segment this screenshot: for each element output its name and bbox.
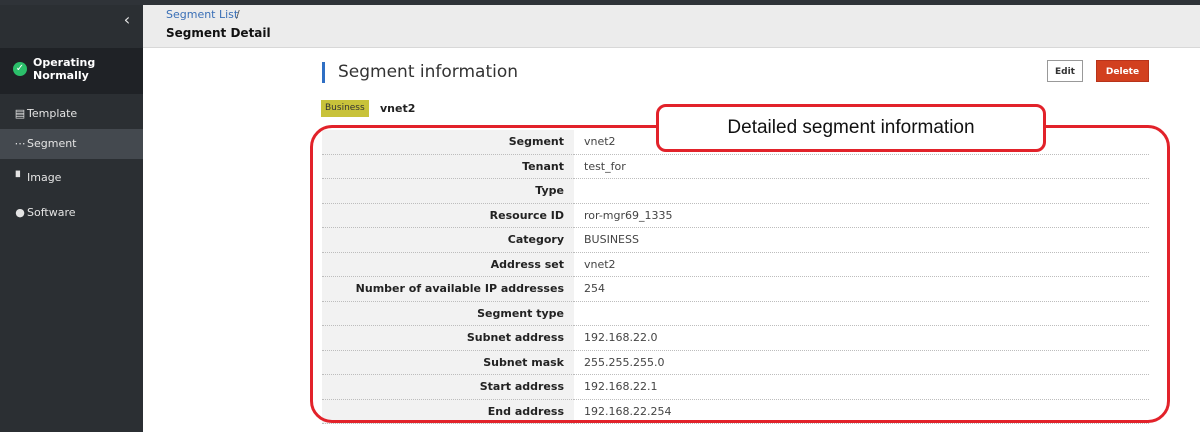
table-row: Type xyxy=(322,178,1149,204)
table-row: Start address 192.168.22.1 xyxy=(322,374,1149,400)
row-value: BUSINESS xyxy=(574,227,1149,253)
table-row: End address 192.168.22.254 xyxy=(322,399,1149,424)
sidebar-item-segment[interactable]: ⋯ Segment xyxy=(0,129,143,159)
operating-status-label: Operating Normally xyxy=(33,56,96,82)
row-value: 192.168.22.1 xyxy=(574,374,1149,400)
row-key: Start address xyxy=(322,374,574,400)
row-key: Address set xyxy=(322,252,574,277)
edit-button[interactable]: Edit xyxy=(1047,60,1083,82)
section-title: Segment information xyxy=(338,62,519,82)
sidebar-item-label: Software xyxy=(27,206,76,219)
image-icon: ▘ xyxy=(15,171,25,184)
sidebar-item-label: Template xyxy=(27,107,78,120)
software-icon: ● xyxy=(15,206,25,219)
table-row: Subnet mask 255.255.255.0 xyxy=(322,350,1149,375)
row-value: 254 xyxy=(574,276,1149,302)
table-row: Category BUSINESS xyxy=(322,227,1149,253)
table-row: Subnet address 192.168.22.0 xyxy=(322,325,1149,351)
row-key: Segment xyxy=(322,130,574,155)
row-value: 255.255.255.0 xyxy=(574,350,1149,375)
row-key: Number of available IP addresses xyxy=(322,276,574,302)
row-value xyxy=(574,178,1149,204)
breadcrumb: Segment List / Segment Detail xyxy=(143,5,1200,48)
segment-name-heading: vnet2 xyxy=(380,102,416,115)
segment-icon: ⋯ xyxy=(14,137,26,150)
sidebar-item-software[interactable]: ● Software xyxy=(0,198,143,228)
row-value: 192.168.22.0 xyxy=(574,325,1149,351)
callout-label: Detailed segment information xyxy=(656,104,1046,152)
row-key: Subnet mask xyxy=(322,350,574,375)
breadcrumb-separator: / xyxy=(236,8,240,21)
segment-detail-table: Segment vnet2 Tenant test_for Type Resourc… xyxy=(322,130,1149,424)
table-row: Number of available IP addresses 254 xyxy=(322,276,1149,302)
row-key: Category xyxy=(322,227,574,253)
row-key: Subnet address xyxy=(322,325,574,351)
delete-button[interactable]: Delete xyxy=(1096,60,1149,82)
section-title-accent xyxy=(322,62,325,83)
row-value xyxy=(574,301,1149,326)
operating-status: ✓ Operating Normally xyxy=(0,48,143,94)
row-key: Segment type xyxy=(322,301,574,326)
category-badge: Business xyxy=(321,100,369,117)
sidebar-item-label: Image xyxy=(27,171,62,184)
table-row: Segment type xyxy=(322,301,1149,326)
table-row: Resource ID ror-mgr69_1335 xyxy=(322,203,1149,228)
row-value: vnet2 xyxy=(574,252,1149,277)
row-value: test_for xyxy=(574,154,1149,179)
table-row: Tenant test_for xyxy=(322,154,1149,179)
row-key: Resource ID xyxy=(322,203,574,228)
table-row: Address set vnet2 xyxy=(322,252,1149,277)
sidebar-item-image[interactable]: ▘ Image xyxy=(0,163,143,193)
breadcrumb-segment-list-link[interactable]: Segment List xyxy=(166,8,238,21)
row-key: End address xyxy=(322,399,574,424)
sidebar: ‹ ✓ Operating Normally ▤ Template ⋯ Segm… xyxy=(0,5,143,432)
sidebar-item-label: Segment xyxy=(27,137,77,150)
check-circle-icon: ✓ xyxy=(13,62,27,76)
template-icon: ▤ xyxy=(14,107,26,120)
row-key: Type xyxy=(322,178,574,204)
row-key: Tenant xyxy=(322,154,574,179)
row-value: ror-mgr69_1335 xyxy=(574,203,1149,228)
sidebar-item-template[interactable]: ▤ Template xyxy=(0,99,143,129)
collapse-sidebar-icon[interactable]: ‹ xyxy=(118,11,136,29)
page-title: Segment Detail xyxy=(166,26,271,40)
row-value: 192.168.22.254 xyxy=(574,399,1149,424)
